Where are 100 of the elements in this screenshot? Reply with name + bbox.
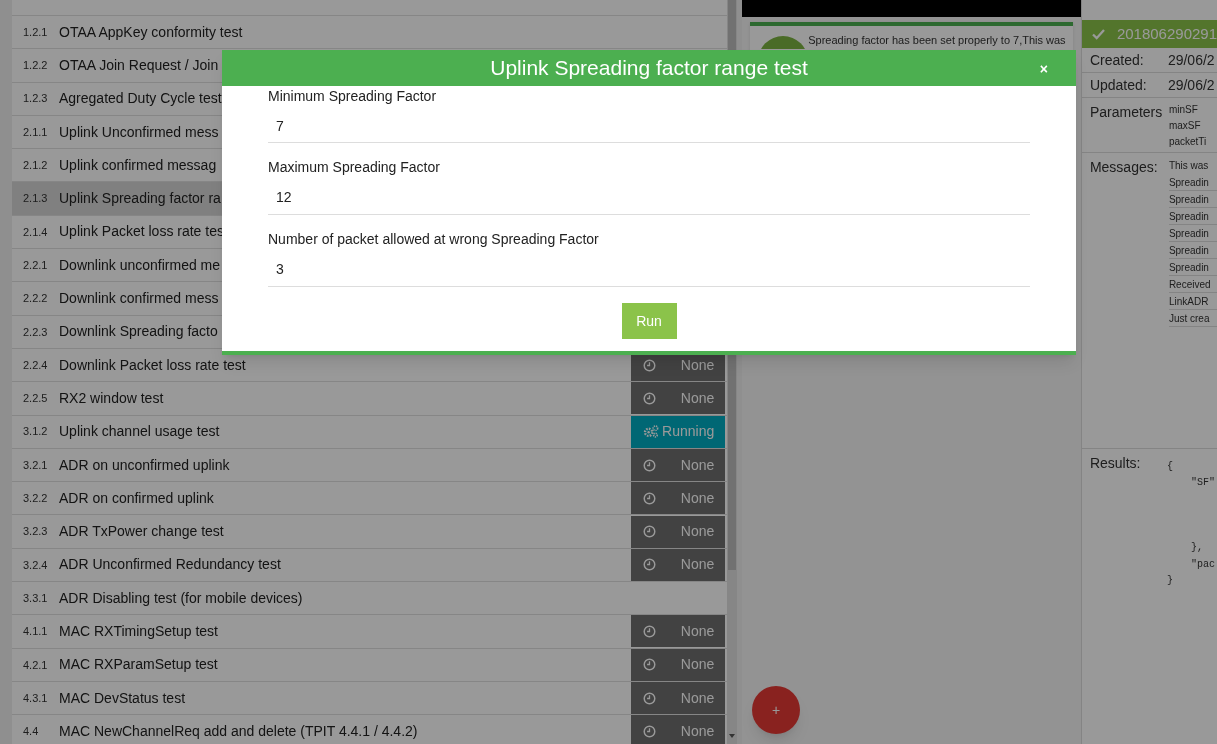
test-name: ADR TxPower change test [59,522,224,542]
test-number: 3.1.2 [22,424,49,440]
clock-icon [643,691,657,705]
clock-icon [643,391,657,405]
test-name: OTAA Join Request / Join [59,55,219,75]
message-item: LinkADR [1168,293,1217,310]
status-label: None [680,455,715,475]
test-name: Downlink Spreading facto [59,322,218,342]
message-item: Spreadin [1168,242,1217,259]
scroll-down-icon[interactable] [729,734,736,738]
test-name: MAC RXParamSetup test [59,655,218,675]
field-label: Updated: [1089,75,1148,95]
field-label: Parameters [1089,103,1164,122]
field-label: Created: [1089,50,1145,70]
test-name: Uplink channel usage test [59,422,220,442]
test-row[interactable]: 3.2.3 ADR TxPower change test None [12,515,728,549]
test-row[interactable]: 4.2.1 MAC RXParamSetup test None [12,648,728,682]
parameter-name: minSF [1168,103,1199,117]
test-name: Agregated Duty Cycle test [59,89,222,109]
clock-icon [643,525,657,539]
input-field[interactable]: Maximum Spreading Factor 12 [268,143,1030,215]
message-item: Spreadin [1168,174,1217,191]
result-id: 201806290291 [1116,23,1217,44]
test-name: ADR on unconfirmed uplink [59,455,230,475]
field-value: 7 [275,117,285,136]
input-field[interactable]: Minimum Spreading Factor 7 [268,86,1030,143]
clock-icon [643,724,657,738]
status-label: None [680,488,715,508]
field-value: 3 [275,260,285,279]
test-row[interactable]: 3.1.2 Uplink channel usage test Running [12,415,728,449]
field-label: Maximum Spreading Factor [268,159,441,176]
test-number: 2.2.3 [22,324,49,340]
test-number: 3.2.2 [22,491,49,507]
test-number: 2.1.3 [22,191,49,207]
test-name: ADR Disabling test (for mobile devices) [59,588,303,608]
field-label: Minimum Spreading Factor [268,88,438,105]
status-label: None [680,522,715,542]
parameter-name: packetTi [1168,135,1207,149]
test-name: ADR Unconfirmed Redundancy test [59,555,281,575]
test-number: 2.1.2 [22,158,49,174]
test-number: 3.3.1 [22,590,49,606]
test-name: MAC RXTimingSetup test [59,622,218,641]
field-label: Number of packet allowed at wrong Spreading Factor [268,231,600,248]
clock-icon [643,491,657,505]
clock-icon [643,558,657,572]
message-item: This was [1168,159,1210,173]
test-name: OTAA AppKey conformity test [59,22,243,42]
gears-icon [643,425,660,439]
modal-title: Uplink Spreading factor range test [490,55,808,82]
status-label: None [680,721,715,741]
test-number: 3.2.3 [22,524,49,540]
check-icon [1091,28,1105,40]
clock-icon [643,358,657,372]
test-name: MAC DevStatus test [59,688,186,708]
test-name: Downlink Packet loss rate test [59,355,246,375]
test-row[interactable]: 4.3.1 MAC DevStatus test None [12,681,728,716]
input-field[interactable]: Number of packet allowed at wrong Spreading Factor 3 [268,215,1030,287]
test-number: 2.1.4 [22,224,49,240]
test-number: 4.2.1 [22,657,49,673]
test-name: Uplink Unconfirmed mess [59,122,219,142]
clock-icon [643,625,657,638]
test-row[interactable]: 3.2.2 ADR on confirmed uplink None [12,482,728,516]
clock-icon [643,658,657,672]
parameter-name: maxSF [1168,119,1202,133]
test-number: 1.2.2 [22,58,49,74]
message-item: Just crea [1168,310,1217,327]
test-number: 4.4 [22,724,40,740]
test-number: 2.2.5 [22,391,49,407]
test-number: 2.2.1 [22,257,49,273]
field-label: Messages: [1089,158,1159,177]
test-row[interactable]: 3.2.1 ADR on unconfirmed uplink None [12,448,728,483]
test-number: 3.2.1 [22,457,49,473]
test-name: Downlink unconfirmed me [59,255,221,275]
message-item: Received [1168,276,1217,293]
message-item: Spreadin [1168,208,1217,225]
field-value: 12 [275,188,293,207]
status-label: None [680,555,715,575]
test-name: Downlink confirmed mess [59,289,219,308]
test-row[interactable]: 2.2.5 RX2 window test None [12,382,728,416]
test-name: MAC NewChannelReq add and delete (TPIT 4.4.1 / 4.4.2) [59,721,418,741]
message-item: Spreadin [1168,191,1217,208]
field-value: 29/06/2 [1167,50,1215,70]
message-item: Spreadin [1168,259,1217,276]
test-name: RX2 window test [59,388,164,408]
results-code: { "SF" }, "pac } [1166,460,1215,589]
test-number: 4.3.1 [22,690,49,706]
message-text: Spreading factor has been set properly to 7,This was [808,33,1067,48]
status-label: None [680,688,715,708]
status-label: None [680,355,715,375]
field-label: Results: [1089,454,1142,473]
test-number: 1.2.3 [22,91,49,107]
status-label: None [680,622,715,641]
message-item: Spreadin [1168,225,1217,242]
status-label: None [680,655,715,675]
test-number: 3.2.4 [22,557,49,573]
test-row[interactable]: 4.1.1 MAC RXTimingSetup test None [12,615,728,649]
test-row[interactable]: 3.2.4 ADR Unconfirmed Redundancy test None [12,548,728,583]
status-label: Running [662,422,715,442]
status-label: None [680,388,715,408]
test-number: 2.2.2 [22,291,49,307]
